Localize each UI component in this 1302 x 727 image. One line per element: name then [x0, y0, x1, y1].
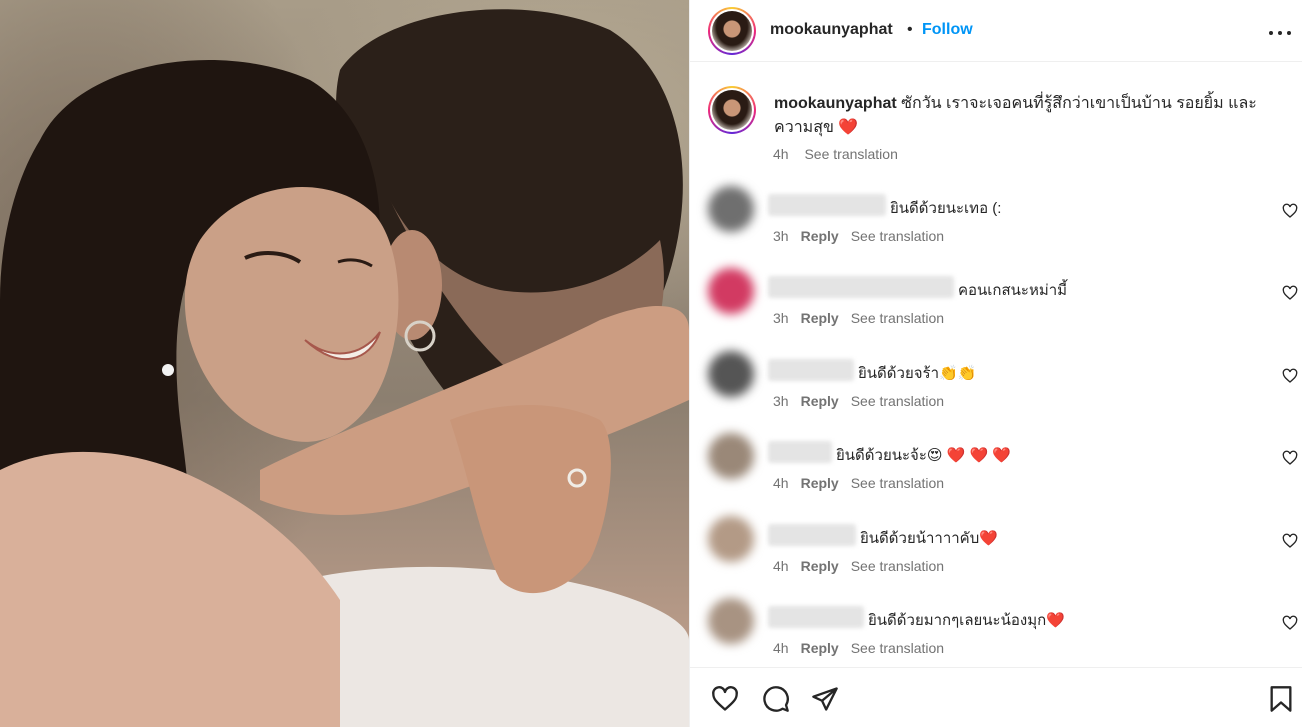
reply-button[interactable]: Reply	[801, 310, 839, 326]
see-translation-link[interactable]: See translation	[804, 146, 897, 162]
comment-time[interactable]: 3h	[773, 393, 789, 409]
see-translation-link[interactable]: See translation	[851, 310, 944, 326]
commenter-username-redacted[interactable]	[768, 441, 832, 463]
comment-time[interactable]: 4h	[773, 558, 789, 574]
couple-hug-image	[0, 9, 689, 727]
see-translation-link[interactable]: See translation	[851, 228, 944, 244]
comment-like-heart-icon[interactable]	[1282, 450, 1298, 466]
comment-like-heart-icon[interactable]	[1282, 203, 1298, 219]
see-translation-link[interactable]: See translation	[851, 640, 944, 656]
separator-dot: •	[907, 21, 913, 38]
reply-button[interactable]: Reply	[801, 475, 839, 491]
commenter-avatar[interactable]	[708, 268, 754, 314]
reply-button[interactable]: Reply	[801, 228, 839, 244]
commenter-avatar[interactable]	[708, 351, 754, 397]
comment-meta: 4h Reply See translation	[773, 475, 944, 491]
comment-meta: 3h Reply See translation	[773, 393, 944, 409]
comment-text: ยินดีด้วยน้าาาาคับ❤️	[860, 530, 998, 547]
post-photo	[0, 0, 689, 727]
comment-like-heart-icon[interactable]	[1282, 533, 1298, 549]
post-header: mookaunyaphat • Follow	[690, 0, 1302, 62]
commenter-username-redacted[interactable]	[768, 606, 864, 628]
heart-icon[interactable]	[711, 685, 739, 713]
comment-text: คอนเกสนะหม่ามี้	[958, 282, 1068, 299]
commenter-username-redacted[interactable]	[768, 194, 886, 216]
caption-username[interactable]: mookaunyaphat	[774, 95, 897, 112]
author-avatar[interactable]	[708, 7, 756, 55]
comment-like-heart-icon[interactable]	[1282, 615, 1298, 631]
post-caption: mookaunyaphat ซักวัน เราจะเจอคนที่รู้สึก…	[774, 92, 1284, 140]
comment-meta: 4h Reply See translation	[773, 558, 944, 574]
comment-meta: 3h Reply See translation	[773, 310, 944, 326]
comment-text: ยินดีด้วยมากๆเลยนะน้องมุก❤️	[868, 612, 1065, 629]
post-actions-bar	[690, 667, 1302, 727]
author-username[interactable]: mookaunyaphat	[770, 21, 893, 39]
post-detail-panel: mookaunyaphat • Follow mookaunyaphat ซัก…	[689, 0, 1302, 727]
commenter-avatar[interactable]	[708, 186, 754, 232]
see-translation-link[interactable]: See translation	[851, 558, 944, 574]
comment-icon[interactable]	[762, 685, 790, 713]
commenter-username-redacted[interactable]	[768, 359, 854, 381]
comment-meta: 3h Reply See translation	[773, 228, 944, 244]
commenter-avatar[interactable]	[708, 516, 754, 562]
comment-time[interactable]: 4h	[773, 640, 789, 656]
comment-text: ยินดีด้วยนะเทอ (:	[890, 200, 1002, 217]
comment-like-heart-icon[interactable]	[1282, 368, 1298, 384]
reply-button[interactable]: Reply	[801, 640, 839, 656]
comment-text: ยินดีด้วยจร้า👏👏	[858, 365, 977, 382]
see-translation-link[interactable]: See translation	[851, 475, 944, 491]
comment-meta: 4h Reply See translation	[773, 640, 944, 656]
comment-time[interactable]: 3h	[773, 228, 789, 244]
commenter-username-redacted[interactable]	[768, 276, 954, 298]
profile-picture	[712, 90, 752, 130]
follow-button[interactable]: Follow	[922, 21, 973, 39]
commenter-username-redacted[interactable]	[768, 524, 856, 546]
commenter-avatar[interactable]	[708, 598, 754, 644]
bookmark-icon[interactable]	[1267, 685, 1295, 713]
more-options-icon[interactable]	[1268, 22, 1292, 42]
comment-time[interactable]: 4h	[773, 475, 789, 491]
share-icon[interactable]	[811, 685, 839, 713]
caption-time[interactable]: 4h	[773, 146, 789, 162]
caption-author-avatar[interactable]	[708, 86, 756, 134]
commenter-avatar[interactable]	[708, 433, 754, 479]
reply-button[interactable]: Reply	[801, 558, 839, 574]
caption-meta: 4h See translation	[773, 146, 898, 162]
comment-like-heart-icon[interactable]	[1282, 285, 1298, 301]
comment-time[interactable]: 3h	[773, 310, 789, 326]
comment-text: ยินดีด้วยนะจ้ะ😍 ❤️ ❤️ ❤️	[836, 447, 1012, 464]
see-translation-link[interactable]: See translation	[851, 393, 944, 409]
profile-picture	[712, 11, 752, 51]
reply-button[interactable]: Reply	[801, 393, 839, 409]
